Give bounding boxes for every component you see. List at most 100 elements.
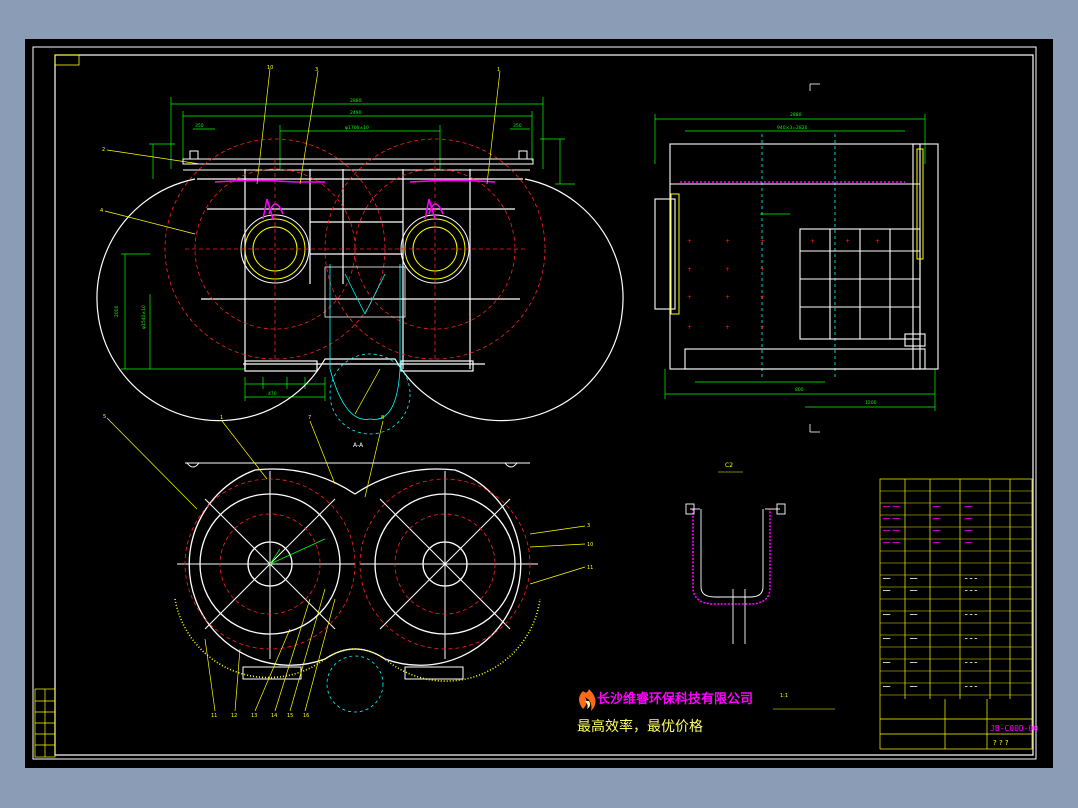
front-flanges [214, 179, 496, 220]
svg-text:═ ═ ═: ═ ═ ═ [964, 660, 978, 665]
svg-text:═══: ═══ [882, 660, 891, 665]
svg-text:+: + [810, 238, 815, 245]
svg-text:+: + [760, 238, 765, 245]
svg-text:2490: 2490 [350, 110, 362, 116]
svg-text:14: 14 [271, 713, 277, 719]
svg-text:═══: ═══ [909, 636, 918, 641]
svg-text:16: 16 [303, 713, 309, 719]
svg-text:═══: ═══ [932, 540, 941, 545]
company-slogan: 最高效率，最优价格 [577, 718, 703, 735]
svg-text:═══: ═══ [964, 516, 973, 521]
svg-text:2: 2 [102, 147, 105, 153]
svg-text:═ ═ ═: ═ ═ ═ [964, 588, 978, 593]
svg-text:2880: 2880 [790, 112, 802, 118]
svg-text:1200: 1200 [865, 400, 877, 406]
svg-text:1: 1 [497, 67, 500, 73]
side-dimensions [654, 114, 936, 411]
svg-text:+: + [725, 238, 730, 245]
svg-text:7: 7 [308, 415, 311, 421]
svg-text:1: 1 [220, 415, 223, 421]
left-strip [34, 688, 56, 758]
svg-text:+: + [687, 238, 692, 245]
svg-text:+: + [687, 324, 692, 331]
svg-text:350: 350 [513, 123, 522, 129]
svg-text:═══: ═══ [932, 516, 941, 521]
front-leaders [104, 68, 501, 415]
svg-text:═══: ═══ [909, 588, 918, 593]
corner-tab [54, 54, 80, 66]
svg-text:═ ═ ═: ═ ═ ═ [964, 612, 978, 617]
svg-text:3: 3 [587, 523, 590, 529]
svg-text:11: 11 [587, 565, 593, 571]
svg-text:2880: 2880 [350, 98, 362, 104]
svg-text:═══ ═══: ═══ ═══ [882, 540, 900, 545]
svg-text:+: + [875, 238, 880, 245]
side-view: 2880 940×3=2820 800 1200 + + + + + + + +… [654, 83, 939, 433]
detail-view: C2 1:1 [685, 462, 835, 710]
inner-border [54, 54, 1034, 756]
svg-text:+: + [760, 324, 765, 331]
svg-text:φ1700±10: φ1700±10 [345, 125, 369, 131]
svg-text:═══: ═══ [909, 576, 918, 581]
company-name: 长沙维睿环保科技有限公司 [597, 691, 753, 707]
svg-text:═ ═ ═: ═ ═ ═ [964, 636, 978, 641]
svg-text:═══: ═══ [882, 684, 891, 689]
svg-text:15: 15 [287, 713, 293, 719]
svg-text:═══ ═══: ═══ ═══ [882, 516, 900, 521]
front-hidden [164, 138, 546, 360]
side-crosses: + + + + + + + + + + + + + + + [687, 238, 880, 331]
top-rail [182, 150, 534, 171]
svg-text:5: 5 [103, 414, 106, 420]
svg-text:+: + [760, 266, 765, 273]
svg-text:4: 4 [100, 208, 103, 214]
svg-text:11: 11 [211, 713, 217, 719]
svg-text:φ1540±10: φ1540±10 [141, 305, 147, 329]
svg-text:+: + [687, 294, 692, 301]
detail-scale: 1:1 [780, 693, 788, 699]
svg-text:═══: ═══ [882, 612, 891, 617]
svg-text:═══: ═══ [964, 540, 973, 545]
svg-text:+: + [725, 294, 730, 301]
svg-text:13: 13 [251, 713, 257, 719]
svg-text:═══: ═══ [909, 612, 918, 617]
svg-text:═══: ═══ [964, 528, 973, 533]
svg-text:12: 12 [231, 713, 237, 719]
front-body [96, 169, 624, 422]
svg-text:═══: ═══ [932, 504, 941, 509]
svg-text:═══: ═══ [882, 636, 891, 641]
outer-border [32, 46, 1037, 760]
svg-text:+: + [760, 294, 765, 301]
drawing-frame: 2880 2490 φ1700±10 350 350 2000 φ1540±10 … [25, 39, 1053, 768]
svg-text:350: 350 [195, 123, 204, 129]
svg-text:3: 3 [315, 67, 318, 73]
bom-rows [880, 490, 1032, 696]
svg-text:+: + [725, 266, 730, 273]
svg-text:═══: ═══ [882, 576, 891, 581]
svg-text:═ ═ ═: ═ ═ ═ [964, 576, 978, 581]
svg-text:═══: ═══ [909, 660, 918, 665]
svg-text:470: 470 [268, 391, 277, 397]
svg-text:═══: ═══ [964, 504, 973, 509]
side-body [654, 143, 939, 370]
detail-label: C2 [725, 462, 733, 469]
section-view: A-A 5 1 7 8 3 10 11 11 12 13 14 15 16 [103, 414, 593, 719]
title-marks: ? ? ? [993, 739, 1009, 747]
svg-text:10: 10 [587, 542, 593, 548]
svg-text:10: 10 [267, 65, 273, 71]
svg-text:═══: ═══ [932, 528, 941, 533]
svg-text:800: 800 [795, 387, 804, 393]
drawing-number: JB-C00D-00 [990, 724, 1038, 733]
svg-text:940×3=2820: 940×3=2820 [777, 125, 808, 131]
svg-text:═ ═ ═: ═ ═ ═ [964, 684, 978, 689]
section-label: A-A [353, 442, 364, 449]
section-spokes [177, 471, 538, 680]
cad-drawing: 2880 2490 φ1700±10 350 350 2000 φ1540±10 … [32, 46, 1038, 760]
svg-text:+: + [845, 238, 850, 245]
svg-text:+: + [725, 324, 730, 331]
title-block: ═══ ═══ ═══ ═══ ═══ ═══ ═══ ═══ ═══ ═══ ═══ ══… [879, 478, 1038, 750]
svg-text:═══ ═══: ═══ ═══ [882, 504, 900, 509]
svg-text:8: 8 [381, 415, 384, 421]
svg-text:═══ ═══: ═══ ═══ [882, 528, 900, 533]
svg-text:═══: ═══ [909, 684, 918, 689]
front-view: 2880 2490 φ1700±10 350 350 2000 φ1540±10 … [96, 65, 624, 435]
